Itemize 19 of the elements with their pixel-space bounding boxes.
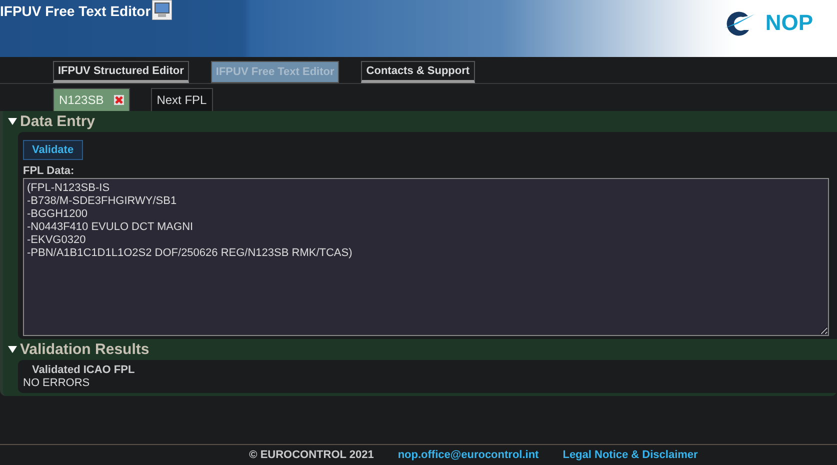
copyright-text: © EUROCONTROL 2021 — [249, 449, 374, 461]
nav-tab[interactable]: Contacts & Support — [361, 61, 475, 83]
validate-button[interactable]: Validate — [23, 140, 83, 160]
results-heading: Validated ICAO FPL — [31, 364, 136, 376]
page-title: IFPUV Free Text Editor — [0, 3, 151, 19]
results-message: NO ERRORS — [23, 377, 91, 389]
field-label: FPL Data: — [23, 165, 76, 177]
collapse-triangle-icon — [8, 118, 17, 125]
monitor-icon[interactable] — [152, 0, 172, 20]
legal-link[interactable]: Legal Notice & Disclaimer — [562, 449, 698, 461]
fpl-data-field[interactable]: (FPL-N123SB-IS -B738/M-SDE3FHGIRWY/SB1 -BGGH1200 -N0443F410 EVULO DCT MAGNI -EKVG0320 -PBN/A1B1C1D1L1O2S2 DOF/250626 REG/N123SB RMK/TCAS) — [23, 178, 829, 336]
email-link[interactable]: nop.office@eurocontrol.int — [398, 449, 539, 461]
section-header[interactable]: Data Entry — [3, 111, 100, 132]
section-header[interactable]: Validation Results — [3, 339, 154, 360]
nav-tab[interactable]: IFPUV Structured Editor — [53, 61, 189, 83]
close-icon[interactable] — [114, 95, 124, 105]
flight-plan-tab[interactable]: Next FPL — [150, 88, 213, 111]
logo-text: NOP — [765, 10, 813, 36]
collapse-triangle-icon — [8, 346, 17, 353]
